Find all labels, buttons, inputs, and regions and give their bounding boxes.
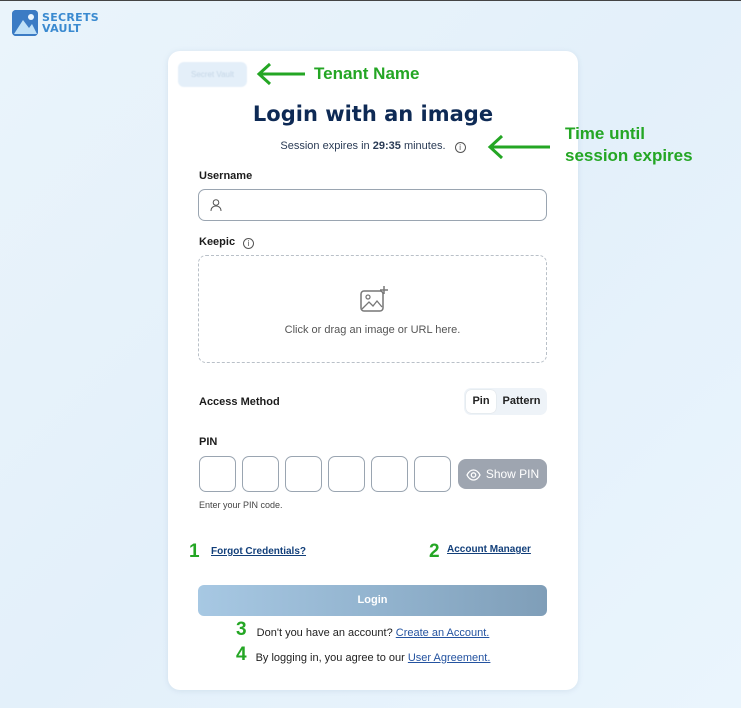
page-title: Login with an image <box>252 102 494 126</box>
eye-icon <box>466 469 481 481</box>
session-time: 29:35 <box>372 140 401 152</box>
account-manager-link[interactable]: Account Manager <box>447 544 531 555</box>
user-agreement-link[interactable]: User Agreement. <box>408 652 491 664</box>
show-pin-button[interactable]: Show PIN <box>458 459 547 489</box>
annotation-tenant: Tenant Name <box>314 64 420 83</box>
tenant-arrow-icon <box>256 62 305 86</box>
dropzone-text: Click or drag an image or URL here. <box>284 324 461 336</box>
toggle-pattern[interactable]: Pattern <box>498 390 545 413</box>
signup-text: Don't you have an account? <box>256 627 393 639</box>
pin-label: PIN <box>199 436 218 448</box>
username-input[interactable] <box>198 189 547 221</box>
add-image-icon <box>360 286 388 312</box>
user-icon <box>210 199 222 212</box>
session-arrow-icon <box>487 134 550 160</box>
annotation-session: Time until session expires <box>565 123 693 167</box>
session-suffix: minutes. <box>403 140 446 152</box>
pin-digit-5[interactable] <box>371 456 408 492</box>
annotation-session-line1: Time until <box>565 124 645 143</box>
session-info-icon[interactable]: i <box>454 142 466 153</box>
toggle-pin[interactable]: Pin <box>466 390 496 413</box>
logo-text-line2: VAULT <box>42 22 82 35</box>
agreement-text: By logging in, you agree to our <box>255 652 405 664</box>
tenant-name-badge: Secret Vault <box>178 62 247 87</box>
pin-digit-2[interactable] <box>242 456 279 492</box>
session-prefix: Session expires in <box>280 140 370 152</box>
create-account-link[interactable]: Create an Account. <box>396 627 490 639</box>
show-pin-label: Show PIN <box>485 467 540 481</box>
annotation-1: 1 <box>189 541 200 562</box>
access-method-toggle: Pin Pattern <box>464 388 547 415</box>
image-dropzone[interactable]: Click or drag an image or URL here. <box>198 255 547 363</box>
annotation-2: 2 <box>429 541 440 562</box>
pin-hint: Enter your PIN code. <box>199 500 283 510</box>
annotation-3: 3 <box>236 619 247 640</box>
keepic-info-icon[interactable]: i <box>243 238 255 249</box>
forgot-credentials-link[interactable]: Forgot Credentials? <box>211 546 306 557</box>
logo-mountain-icon <box>12 10 38 36</box>
signup-line: Don't you have an account? Create an Acc… <box>168 627 578 639</box>
pin-digit-1[interactable] <box>199 456 236 492</box>
keepic-label-text: Keepic <box>199 236 236 248</box>
app-logo: SECRETS VAULT <box>12 10 99 36</box>
window-top-border <box>0 0 741 1</box>
pin-digit-4[interactable] <box>328 456 365 492</box>
annotation-4: 4 <box>236 644 247 665</box>
agreement-line: By logging in, you agree to our User Agr… <box>168 652 578 664</box>
access-method-label: Access Method <box>199 396 280 408</box>
pin-digit-3[interactable] <box>285 456 322 492</box>
annotation-session-line2: session expires <box>565 146 693 165</box>
username-label: Username <box>199 170 253 182</box>
login-button[interactable]: Login <box>198 585 547 616</box>
keepic-label: Keepic i <box>199 236 255 249</box>
pin-digit-6[interactable] <box>414 456 451 492</box>
